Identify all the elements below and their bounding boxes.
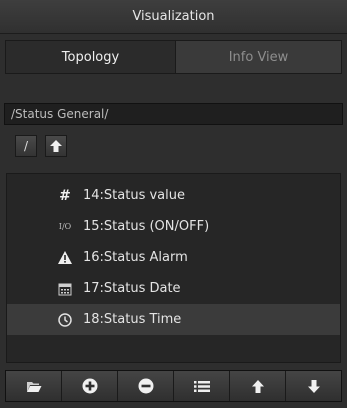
- warning-icon: [56, 249, 74, 267]
- bottom-toolbar: [5, 370, 342, 402]
- window-title: Visualization: [0, 0, 347, 34]
- item-list: # 14:Status value I/O 15:Status (ON/OFF)…: [6, 173, 341, 363]
- open-folder-button[interactable]: [6, 371, 62, 401]
- io-icon: I/O: [58, 222, 72, 231]
- remove-icon: [138, 378, 153, 394]
- list-icon: [193, 380, 210, 392]
- list-item-label: 14:Status value: [83, 188, 185, 203]
- arrow-up-icon: [50, 140, 62, 152]
- move-down-button[interactable]: [286, 371, 341, 401]
- arrow-up-icon: [251, 379, 264, 393]
- list-item[interactable]: 18:Status Time: [7, 304, 340, 335]
- calendar-icon: [56, 280, 74, 298]
- remove-button[interactable]: [118, 371, 174, 401]
- path-field[interactable]: /Status General/: [4, 103, 343, 125]
- tab-topology[interactable]: Topology: [5, 40, 176, 74]
- list-item-label: 18:Status Time: [83, 312, 182, 327]
- root-button[interactable]: /: [15, 135, 37, 157]
- list-item[interactable]: I/O 15:Status (ON/OFF): [7, 211, 340, 242]
- clock-icon: [56, 311, 74, 329]
- open-folder-icon: [26, 381, 41, 392]
- move-up-button[interactable]: [230, 371, 286, 401]
- list-item[interactable]: 17:Status Date: [7, 273, 340, 304]
- tab-info-view[interactable]: Info View: [176, 40, 342, 74]
- list-item-label: 16:Status Alarm: [83, 250, 188, 265]
- list-item[interactable]: # 14:Status value: [7, 180, 340, 211]
- list-view-button[interactable]: [174, 371, 230, 401]
- nav-buttons: /: [15, 135, 67, 157]
- hash-icon: #: [59, 187, 71, 204]
- list-item-label: 15:Status (ON/OFF): [83, 219, 210, 234]
- arrow-down-icon: [307, 379, 320, 393]
- add-button[interactable]: [62, 371, 118, 401]
- tab-bar: Topology Info View: [5, 40, 342, 74]
- parent-folder-button[interactable]: [45, 135, 67, 157]
- root-label: /: [23, 139, 29, 153]
- add-icon: [82, 378, 97, 394]
- list-item-label: 17:Status Date: [83, 281, 181, 296]
- list-item[interactable]: 16:Status Alarm: [7, 242, 340, 273]
